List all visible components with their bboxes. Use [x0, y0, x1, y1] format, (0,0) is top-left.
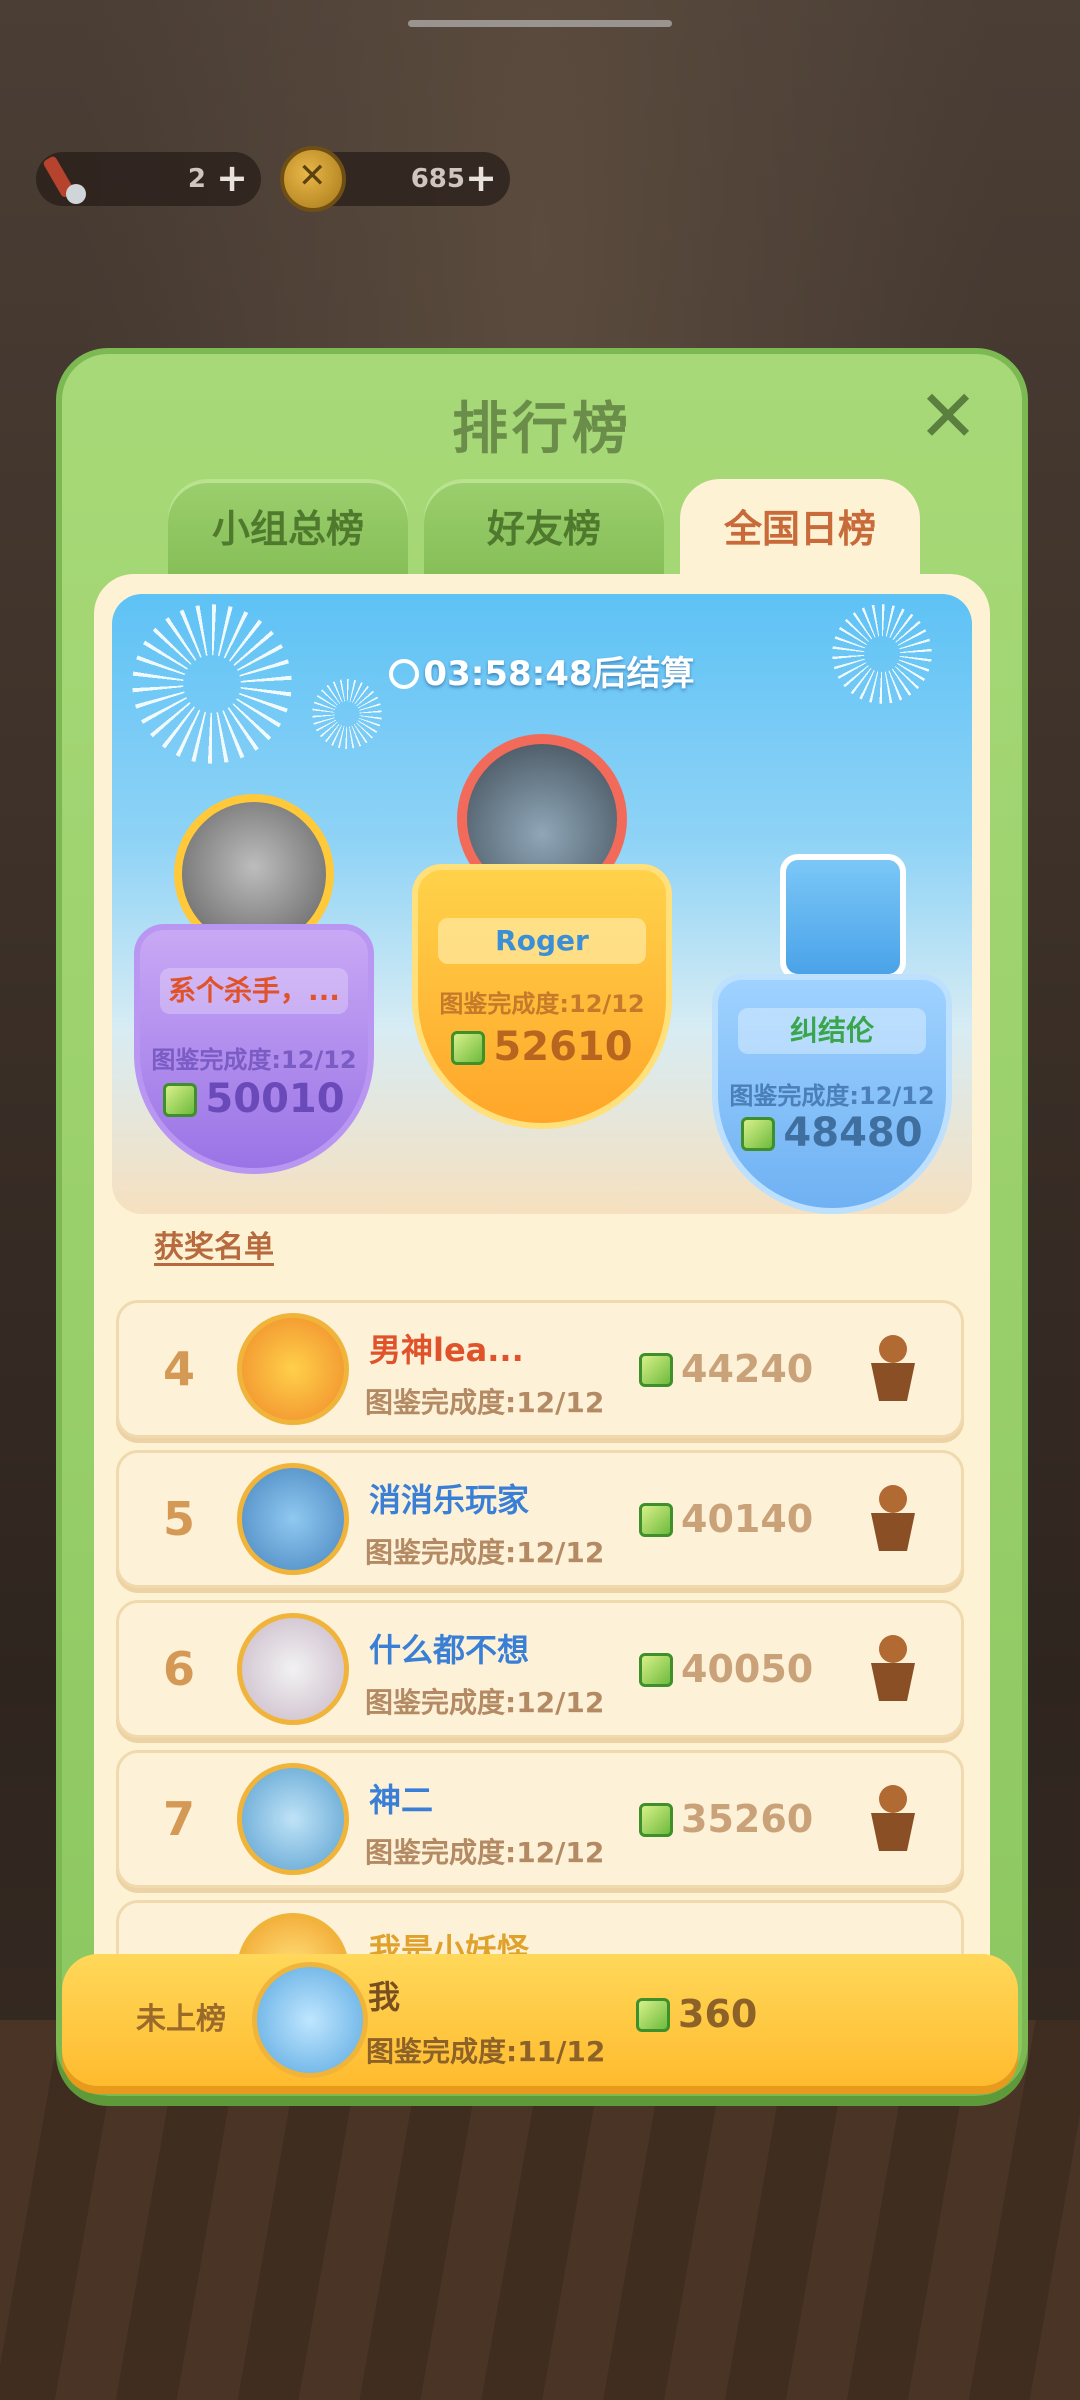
player-completion: 图鉴完成度:12/12 [365, 1686, 605, 1719]
podium-first-place[interactable]: Roger 图鉴完成度:12/12 52610 [412, 864, 672, 1129]
player-avatar [237, 1613, 349, 1725]
timer-text: 03:58:48后结算 [423, 654, 695, 694]
coin-resource: 685 + [280, 146, 510, 212]
my-rank-bar[interactable]: 未上榜 我 图鉴完成度:11/12 360 [62, 1954, 1018, 2086]
coin-count: 685 [410, 164, 465, 194]
gem-icon [636, 1998, 670, 2032]
podium-second-place[interactable]: 系个杀手，... 图鉴完成度:12/12 50010 [134, 924, 374, 1174]
player-completion: 图鉴完成度:12/12 [365, 1836, 605, 1869]
rank-number: 4 [162, 1342, 195, 1396]
tab-national-daily[interactable]: 全国日榜 [680, 479, 920, 581]
player-score: 40140 [639, 1497, 813, 1541]
raccoon-prize-icon [871, 1635, 915, 1701]
raccoon-prize-icon [871, 1785, 915, 1851]
close-button[interactable]: ✕ [912, 380, 984, 454]
pencil-resource: 2 + [36, 152, 261, 206]
settlement-timer: 03:58:48后结算 [112, 646, 972, 695]
player-name: 男神lea... [369, 1331, 524, 1369]
ranking-row[interactable]: 5 消消乐玩家 图鉴完成度:12/12 40140 [116, 1450, 964, 1588]
raccoon-prize-icon [871, 1335, 915, 1401]
gem-icon [741, 1117, 776, 1151]
gem-icon [163, 1083, 198, 1117]
ranking-row[interactable]: 6 什么都不想 图鉴完成度:12/12 40050 [116, 1600, 964, 1738]
player-avatar [237, 1763, 349, 1875]
podium-third-place[interactable]: 纠结伦 图鉴完成度:12/12 48480 [712, 974, 952, 1214]
player-score: 40050 [639, 1647, 813, 1691]
add-coin-button[interactable]: + [462, 159, 500, 198]
player-score: 35260 [639, 1797, 813, 1841]
gem-icon [451, 1031, 486, 1065]
leaderboard-content: 03:58:48后结算 系个杀手，... 图鉴完成度:12/12 50010 R… [94, 574, 990, 2058]
coin-icon [280, 146, 346, 212]
panel-title: 排行榜 [452, 397, 632, 462]
gem-icon [639, 1503, 673, 1537]
rank-number: 6 [162, 1642, 195, 1696]
winners-list-label: 获奖名单 [154, 1230, 274, 1265]
leaderboard-panel: 排行榜 ✕ 小组总榜 好友榜 全国日榜 03:58:48后结算 系个杀手，...… [56, 348, 1028, 2096]
podium-name: 系个杀手，... [160, 968, 348, 1014]
player-completion: 图鉴完成度:12/12 [365, 1536, 605, 1569]
player-completion: 图鉴完成度:12/12 [365, 1386, 605, 1419]
podium-area: 03:58:48后结算 系个杀手，... 图鉴完成度:12/12 50010 R… [112, 594, 972, 1214]
player-avatar [237, 1313, 349, 1425]
podium-score: 50010 [140, 1076, 368, 1122]
pencil-count: 2 [187, 164, 206, 194]
gem-icon [639, 1803, 673, 1837]
my-completion: 图鉴完成度:11/12 [366, 2035, 606, 2068]
rank-number: 5 [162, 1492, 195, 1546]
podium-completion: 图鉴完成度:12/12 [439, 990, 645, 1018]
player-avatar [237, 1463, 349, 1575]
pencil-icon [43, 156, 86, 204]
avatar-third-place[interactable] [780, 854, 906, 980]
gem-icon [639, 1653, 673, 1687]
my-score: 360 [636, 1992, 757, 2036]
tab-friends[interactable]: 好友榜 [424, 479, 664, 575]
podium-completion: 图鉴完成度:12/12 [151, 1046, 357, 1074]
player-name: 什么都不想 [369, 1631, 530, 1669]
clock-icon [389, 659, 420, 689]
raccoon-prize-icon [871, 1485, 915, 1551]
gem-icon [639, 1353, 673, 1387]
podium-score: 52610 [418, 1024, 666, 1070]
podium-score: 48480 [718, 1110, 946, 1156]
player-score: 44240 [639, 1347, 813, 1391]
player-name: 神二 [369, 1781, 434, 1819]
podium-name: Roger [438, 918, 646, 964]
player-name: 消消乐玩家 [369, 1481, 530, 1519]
my-avatar [252, 1962, 368, 2078]
not-ranked-label: 未上榜 [136, 2002, 226, 2037]
tab-group-total[interactable]: 小组总榜 [168, 479, 408, 575]
podium-completion: 图鉴完成度:12/12 [729, 1082, 935, 1110]
add-pencil-button[interactable]: + [213, 159, 251, 198]
ranking-row[interactable]: 4 男神lea... 图鉴完成度:12/12 44240 [116, 1300, 964, 1438]
ranking-row[interactable]: 7 神二 图鉴完成度:12/12 35260 [116, 1750, 964, 1888]
rank-number: 7 [162, 1792, 195, 1846]
home-indicator [408, 20, 672, 27]
podium-name: 纠结伦 [738, 1008, 926, 1054]
my-name: 我 [368, 1978, 401, 2016]
